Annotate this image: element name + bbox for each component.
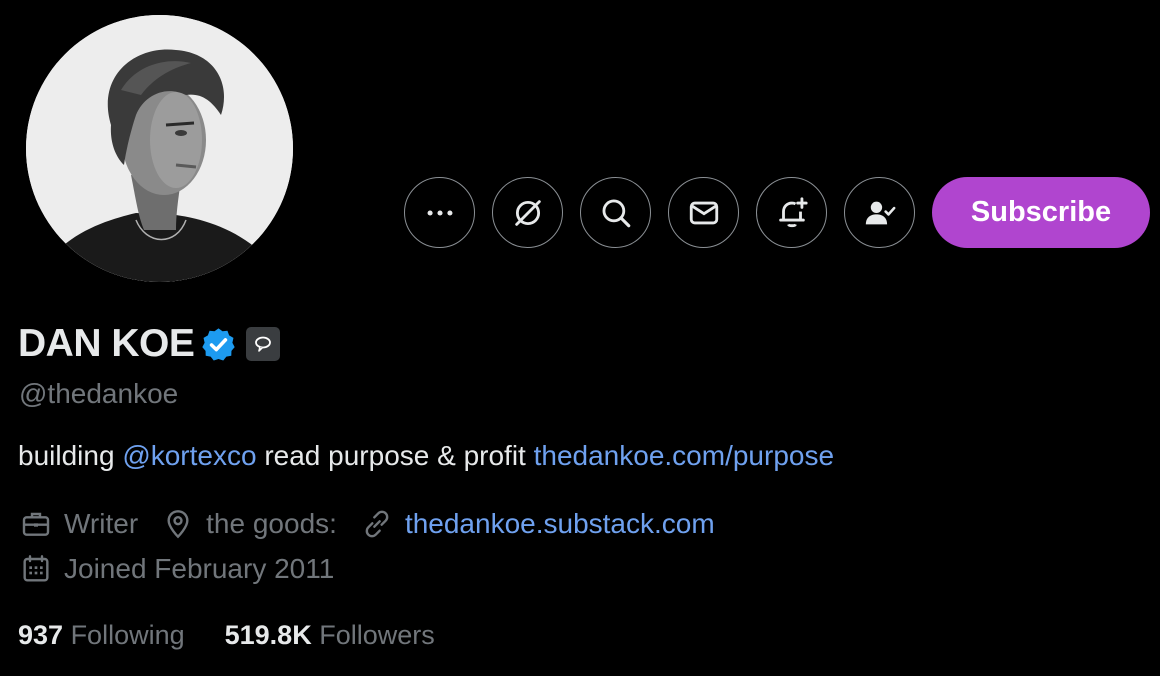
grok-icon [514, 199, 541, 226]
mail-icon [689, 201, 718, 224]
website-link[interactable]: thedankoe.substack.com [405, 508, 715, 540]
briefcase-icon [22, 512, 50, 536]
location-item: the goods: [162, 508, 337, 540]
following-button[interactable] [844, 177, 915, 248]
profile-header: Subscribe DAN KOE @thedankoe building @k… [0, 0, 1160, 676]
message-button[interactable] [668, 177, 739, 248]
following-count: 937 [18, 620, 64, 650]
profile-meta: Writer the goods: thedankoe.substack.com [20, 508, 739, 540]
name-row: DAN KOE [18, 322, 281, 366]
avatar[interactable] [26, 15, 293, 282]
profile-stats: 937 Following 519.8K Followers [18, 620, 475, 651]
bio-text: read purpose & profit [256, 440, 534, 471]
joined-item: Joined February 2011 [20, 553, 334, 585]
bell-plus-icon [778, 196, 808, 227]
followers-count: 519.8K [224, 620, 312, 650]
joined-text: Joined February 2011 [64, 553, 335, 584]
profession-text: Writer [64, 508, 139, 539]
following-label: Following [63, 620, 185, 650]
website-item: thedankoe.substack.com [361, 508, 715, 540]
profession-item: Writer [20, 508, 138, 540]
avatar-photo [26, 15, 293, 282]
search-button[interactable] [580, 177, 651, 248]
person-check-icon [865, 201, 895, 224]
display-name: DAN KOE [18, 322, 195, 365]
grok-button[interactable] [492, 177, 563, 248]
subscribe-button[interactable]: Subscribe [932, 177, 1150, 248]
location-text: the goods: [206, 508, 337, 539]
profile-actions: Subscribe [404, 177, 1150, 248]
speech-bubble-icon [255, 336, 272, 352]
following-stat[interactable]: 937 Following [18, 620, 185, 651]
location-pin-icon [167, 510, 189, 539]
search-icon [602, 199, 630, 227]
bio: building @kortexco read purpose & profit… [18, 440, 834, 472]
more-icon [427, 209, 452, 216]
handle: @thedankoe [19, 378, 179, 409]
verified-badge-icon[interactable] [200, 326, 237, 363]
affiliate-badge[interactable] [246, 327, 281, 361]
bio-text: building [18, 440, 123, 471]
profile-meta-joined: Joined February 2011 [20, 553, 358, 585]
followers-label: Followers [311, 620, 435, 650]
link-icon [365, 510, 389, 538]
notify-button[interactable] [756, 177, 827, 248]
bio-url-link[interactable]: thedankoe.com/purpose [534, 440, 834, 471]
followers-stat[interactable]: 519.8K Followers [225, 620, 435, 651]
more-button[interactable] [404, 177, 475, 248]
calendar-icon [23, 555, 49, 582]
bio-mention-link[interactable]: @kortexco [122, 440, 256, 471]
